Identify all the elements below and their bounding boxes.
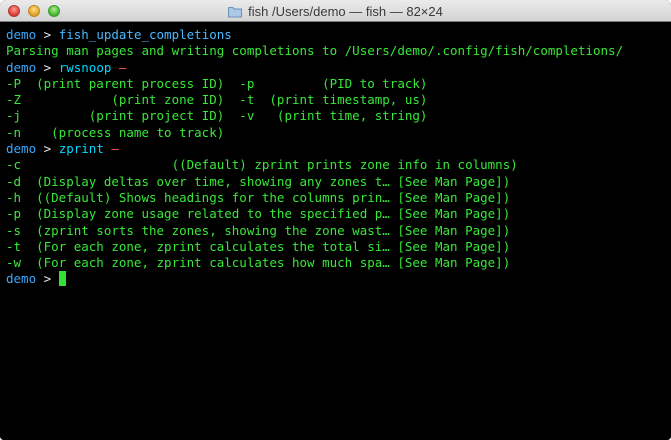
completion-line: -w (For each zone, zprint calculates how… — [6, 255, 511, 271]
folder-icon — [228, 6, 243, 21]
command-text: zprint — [58, 141, 104, 157]
command-text: rwsnoop — [58, 59, 112, 75]
prompt-line: demo > zprint – — [6, 141, 671, 157]
completion-line: -d (Display deltas over time, showing an… — [6, 173, 511, 189]
title-bar[interactable]: fish /Users/demo — fish — 82×24 — [0, 0, 671, 22]
prompt-symbol: > — [43, 27, 52, 42]
prompt-user: demo — [6, 141, 37, 157]
prompt-symbol: > — [43, 271, 52, 287]
completion-line: -p (Display zone usage related to the sp… — [6, 206, 511, 222]
terminal-output[interactable]: demo > fish_update_completions Parsing m… — [0, 22, 671, 440]
prompt-user: demo — [6, 59, 37, 75]
prompt-user: demo — [6, 27, 37, 42]
window-title: fish /Users/demo — fish — 82×24 — [248, 4, 443, 19]
prompt-symbol: > — [43, 59, 52, 75]
completion-line: -n (process name to track) — [6, 124, 225, 140]
completion-line: -c ((Default) zprint prints zone info in… — [6, 157, 518, 173]
active-prompt-line[interactable]: demo > — [6, 271, 671, 287]
prompt-symbol: > — [43, 141, 52, 157]
completion-line: -s (zprint sorts the zones, showing the … — [6, 222, 511, 238]
completion-line: -Z (print zone ID) -t (print timestamp, … — [6, 92, 428, 108]
prompt-line: demo > fish_update_completions — [6, 27, 671, 43]
command-text: fish_update_completions — [58, 27, 232, 42]
command-suffix: – — [103, 141, 119, 157]
terminal-window: fish /Users/demo — fish — 82×24 demo > f… — [0, 0, 671, 440]
output-line: Parsing man pages and writing completion… — [6, 43, 624, 59]
text-cursor[interactable] — [58, 271, 66, 287]
completion-line: -h ((Default) Shows headings for the col… — [6, 189, 511, 205]
completion-line: -t (For each zone, zprint calculates the… — [6, 238, 511, 254]
completion-line: -j (print project ID) -v (print time, st… — [6, 108, 428, 124]
window-title-area: fish /Users/demo — fish — 82×24 — [0, 4, 671, 21]
prompt-line: demo > rwsnoop – — [6, 60, 671, 76]
command-suffix: – — [111, 59, 127, 75]
prompt-user: demo — [6, 271, 37, 287]
completion-line: -P (print parent process ID) -p (PID to … — [6, 75, 428, 91]
